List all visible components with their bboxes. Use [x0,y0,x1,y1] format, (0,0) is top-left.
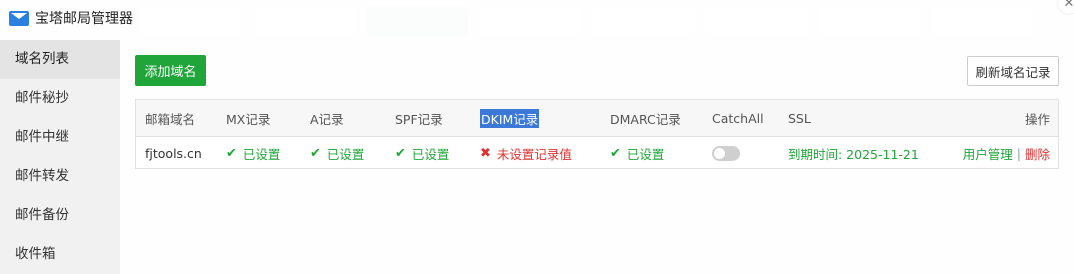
check-icon: ✔ [226,146,237,161]
header-dmarc: DMARC记录 [610,111,681,127]
sidebar-item-mail-relay[interactable]: 邮件中继 [0,118,120,157]
cell-spf: ✔ 已设置 [395,137,449,170]
header-spf: SPF记录 [395,111,443,127]
header-dkim: DKIM记录 [480,100,540,136]
spf-status: 已设置 [411,147,450,162]
header-mx: MX记录 [226,111,271,127]
user-manage-link[interactable]: 用户管理 [963,144,1013,163]
cell-dkim: ✖ 未设置记录值 [480,137,572,170]
sidebar-item-domain-list[interactable]: 域名列表 [0,40,120,79]
cell-ssl: 到期时间: 2025-11-21 [788,147,919,162]
header-ssl: SSL [788,110,811,126]
cross-icon: ✖ [480,146,491,161]
modal-titlebar: 宝塔邮局管理器 [0,0,1074,36]
sidebar-item-mail-backup[interactable]: 邮件备份 [0,196,120,235]
header-catchall: CatchAll [712,110,764,126]
dkim-status: 未设置记录值 [496,147,572,162]
check-icon: ✔ [310,146,321,161]
cell-mx: ✔ 已设置 [226,137,280,170]
delete-link[interactable]: 删除 [1025,144,1050,163]
refresh-domain-records-button[interactable]: 刷新域名记录 [967,56,1059,86]
modal-title: 宝塔邮局管理器 [35,11,133,27]
mail-manager-modal: 宝塔邮局管理器 ✕ 域名列表 邮件秘抄 邮件中继 邮件转发 邮件备份 收件箱 添… [0,0,1074,274]
envelope-icon [9,10,29,26]
sidebar: 域名列表 邮件秘抄 邮件中继 邮件转发 邮件备份 收件箱 [0,40,120,274]
sidebar-item-mail-bcc[interactable]: 邮件秘抄 [0,79,120,118]
mx-status: 已设置 [242,147,281,162]
add-domain-button[interactable]: 添加域名 [135,55,206,86]
cell-catchall [712,137,740,170]
cell-dmarc: ✔ 已设置 [610,137,664,170]
cell-a: ✔ 已设置 [310,137,364,170]
cell-operations: 用户管理 | 删除 [963,137,1050,170]
dmarc-status: 已设置 [626,147,665,162]
header-dkim-text: DKIM记录 [480,108,540,128]
sidebar-item-mail-forward[interactable]: 邮件转发 [0,157,120,196]
check-icon: ✔ [610,146,621,161]
a-status: 已设置 [326,147,365,162]
domain-table: 邮箱域名 MX记录 A记录 SPF记录 DKIM记录 DMARC记录 Catch… [135,99,1059,169]
cell-domain: fjtools.cn [145,146,202,161]
header-operations: 操作 [1024,111,1050,127]
header-a: A记录 [310,111,344,127]
table-header: 邮箱域名 MX记录 A记录 SPF记录 DKIM记录 DMARC记录 Catch… [136,100,1058,137]
catchall-toggle[interactable] [712,146,740,161]
sidebar-item-inbox[interactable]: 收件箱 [0,235,120,274]
check-icon: ✔ [395,146,406,161]
ops-separator: | [1016,146,1021,161]
header-domain: 邮箱域名 [145,111,196,127]
table-row: fjtools.cn ✔ 已设置 ✔ 已设置 ✔ 已设置 ✖ 未设置记录值 ✔ 已设置 到… [136,137,1058,170]
